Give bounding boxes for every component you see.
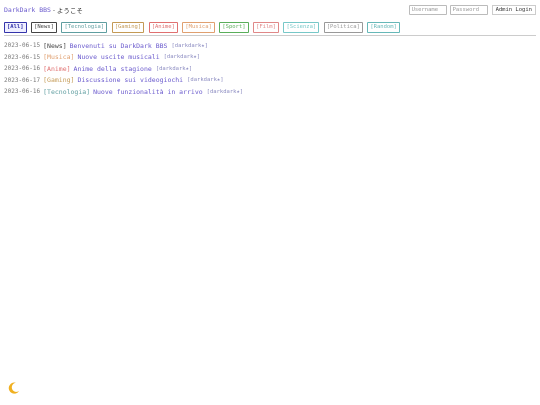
post-author[interactable]: [darkdark★]: [171, 43, 207, 49]
post-category[interactable]: [News]: [43, 42, 66, 50]
password-input[interactable]: [449, 4, 488, 15]
post-row: 2023-06-16 [Tecnologia] Nuove funzionali…: [4, 86, 536, 98]
crescent-moon-icon[interactable]: [7, 381, 21, 395]
post-category[interactable]: [Gaming]: [43, 76, 74, 84]
post-row: 2023-06-17 [Gaming] Discussione sui vide…: [4, 75, 536, 87]
post-category[interactable]: [Tecnologia]: [43, 88, 90, 96]
tab-anime[interactable]: [Anime]: [148, 21, 178, 33]
post-title-link[interactable]: Nuove uscite musicali: [77, 53, 159, 61]
post-title-link[interactable]: Benvenuti su DarkDark BBS: [70, 42, 168, 50]
tab-sport[interactable]: [Sport]: [219, 21, 249, 33]
tab-scienza[interactable]: [Scienza]: [283, 21, 320, 33]
post-author[interactable]: [darkdark★]: [164, 54, 200, 60]
post-author[interactable]: [darkdark★]: [207, 89, 243, 95]
bbs-page: DarkDark BBS - ようこそ Admin Login [All] [N…: [0, 0, 540, 405]
brand-separator: -: [51, 5, 56, 14]
tab-musica[interactable]: [Musica]: [182, 21, 215, 33]
admin-login-form: Admin Login: [408, 4, 536, 15]
post-list: 2023-06-15 [News] Benvenuti su DarkDark …: [4, 40, 536, 98]
tab-tecnologia[interactable]: [Tecnologia]: [61, 21, 108, 33]
site-name-link[interactable]: DarkDark BBS: [4, 6, 51, 14]
post-title-link[interactable]: Discussione sui videogiochi: [77, 76, 183, 84]
post-title-link[interactable]: Nuove funzionalità in arrivo: [93, 88, 203, 96]
post-author[interactable]: [darkdark★]: [156, 66, 192, 72]
tab-news[interactable]: [News]: [31, 21, 57, 33]
username-input[interactable]: [408, 4, 447, 15]
post-date: 2023-06-17: [4, 76, 41, 84]
tab-random[interactable]: [Random]: [367, 21, 400, 33]
brand: DarkDark BBS - ようこそ: [4, 5, 83, 15]
admin-login-button[interactable]: Admin Login: [491, 4, 536, 15]
post-row: 2023-06-16 [Anime] Anime della stagione …: [4, 63, 536, 75]
post-category[interactable]: [Anime]: [43, 65, 70, 73]
post-date: 2023-06-15: [4, 53, 41, 61]
header: DarkDark BBS - ようこそ Admin Login: [4, 3, 536, 16]
tab-politica[interactable]: [Politica]: [323, 21, 363, 33]
tab-all[interactable]: [All]: [4, 21, 27, 33]
post-row: 2023-06-15 [News] Benvenuti su DarkDark …: [4, 40, 536, 52]
welcome-text: ようこそ: [56, 6, 83, 15]
post-title-link[interactable]: Anime della stagione: [74, 65, 152, 73]
post-author[interactable]: [darkdark★]: [187, 77, 223, 83]
post-date: 2023-06-15: [4, 42, 41, 50]
post-row: 2023-06-15 [Musica] Nuove uscite musical…: [4, 52, 536, 64]
post-date: 2023-06-16: [4, 65, 41, 73]
category-tabs: [All] [News] [Tecnologia] [Gaming] [Anim…: [4, 19, 536, 36]
tab-film[interactable]: [Film]: [253, 21, 279, 33]
post-category[interactable]: [Musica]: [43, 53, 74, 61]
post-date: 2023-06-16: [4, 88, 41, 96]
tab-gaming[interactable]: [Gaming]: [111, 21, 145, 33]
